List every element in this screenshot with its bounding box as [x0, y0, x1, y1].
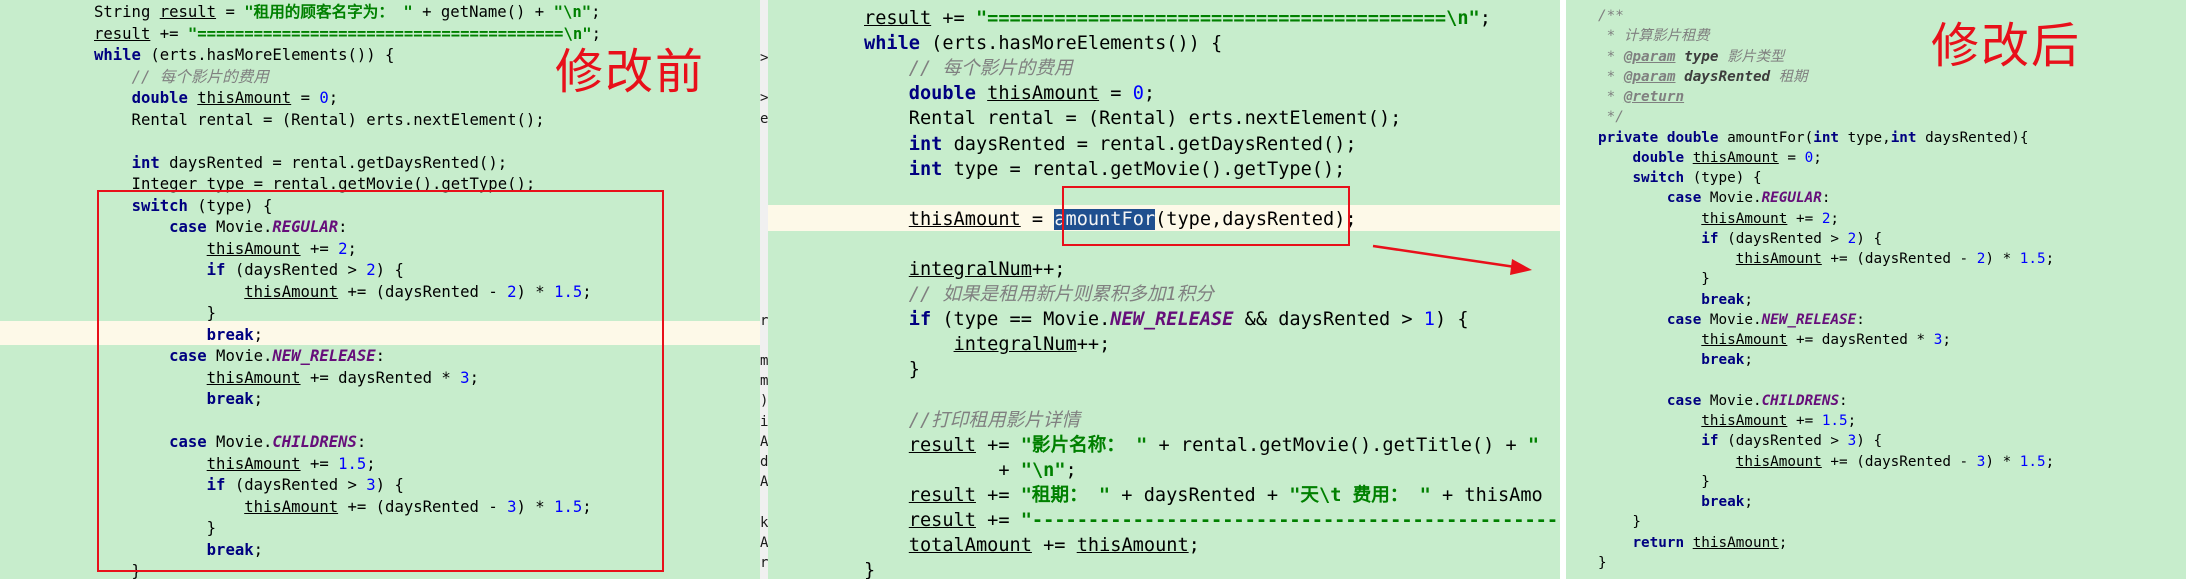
code-line: return thisAmount; — [1632, 534, 1788, 551]
code-line: break; — [1701, 291, 1753, 308]
code-line: Rental rental = (Rental) erts.nextElemen… — [94, 110, 545, 129]
code-line: thisAmount += 2; — [1701, 210, 1840, 227]
code-line: * @return — [1598, 89, 1685, 105]
code-line: switch (type) { — [1632, 170, 1762, 186]
arrow-head — [1510, 259, 1532, 275]
code-line: if (daysRented > 3) { — [1701, 433, 1883, 450]
code-line: * 计算影片租费 — [1598, 28, 1710, 45]
code-line: * @param type 影片类型 — [1598, 48, 1785, 65]
annotation-arrow — [1372, 244, 1532, 275]
code-line: } — [1598, 514, 1642, 531]
code-line: break; — [1701, 494, 1753, 510]
code-line: /** — [1598, 8, 1624, 24]
code-line: double thisAmount = 0; — [131, 89, 339, 107]
code-line: case Movie.NEW_RELEASE: — [1666, 311, 1865, 328]
label-before: 修改前 — [555, 44, 706, 100]
code-line: if (daysRented > 2) { — [1701, 230, 1883, 247]
arrow-line — [1372, 244, 1523, 270]
label-after: 修改后 — [1931, 18, 2082, 74]
code-line: case Movie.REGULAR: — [1666, 190, 1831, 207]
annotation-box-switch — [97, 190, 664, 572]
code-panel-after: /** * 计算影片租费 * @param type 影片类型 * @param… — [1566, 0, 2186, 579]
code-line: thisAmount += (daysRented - 2) * 1.5; — [1735, 251, 2055, 267]
code-line: * @param daysRented 租期 — [1598, 68, 1808, 85]
code-line: result += "=============================… — [94, 24, 601, 43]
code-line: thisAmount += 1.5; — [1701, 413, 1857, 429]
editor-gutter — [760, 0, 768, 579]
code-line: double thisAmount = 0; — [1632, 149, 1822, 166]
code-line: thisAmount += (daysRented - 3) * 1.5; — [1735, 453, 2055, 470]
code-line: } — [1598, 473, 1710, 490]
code-line: while (erts.hasMoreElements()) { — [94, 46, 395, 64]
code-line: thisAmount += daysRented * 3; — [1701, 332, 1951, 348]
code-line: */ — [1598, 109, 1624, 126]
code-line: } — [1598, 554, 1607, 571]
code-line: break; — [1701, 352, 1753, 369]
code-panel-before: String result = "租用的顾客名字为： " + getName()… — [0, 0, 760, 579]
code-line: int daysRented = rental.getDaysRented(); — [131, 153, 508, 172]
code-panel-during: result += "=============================… — [768, 0, 1560, 579]
code-line: } — [1598, 271, 1710, 288]
code-line: String result = "租用的顾客名字为： " + getName()… — [94, 3, 601, 21]
code-line: private double amountFor(int type,int da… — [1598, 129, 2029, 146]
code-line: // 每个影片的费用 — [131, 67, 269, 86]
code-line: case Movie.CHILDRENS: — [1666, 392, 1848, 409]
